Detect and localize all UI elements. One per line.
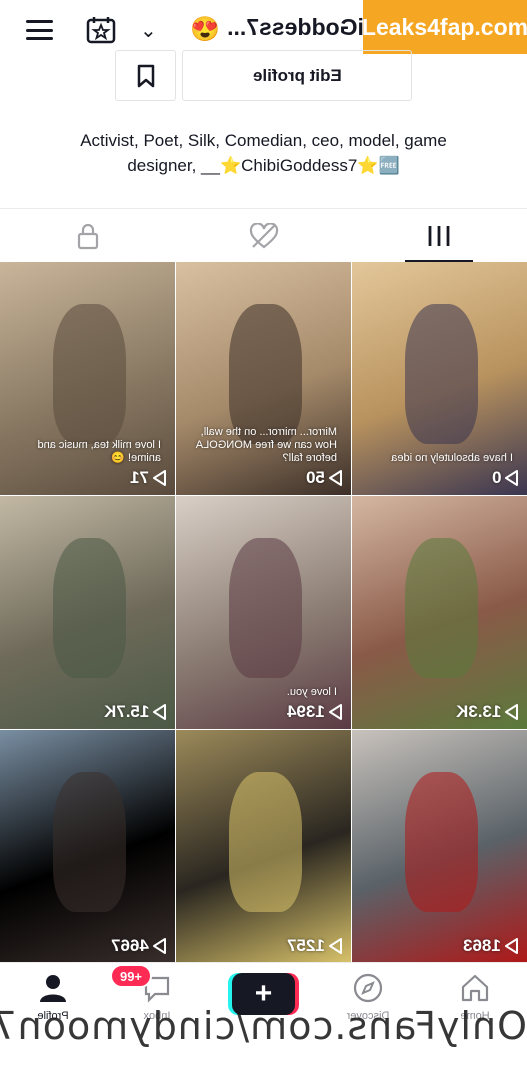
view-count: 1394	[287, 702, 343, 722]
tab-private[interactable]	[0, 209, 176, 262]
view-count-label: 1863	[463, 936, 501, 955]
view-count: 0	[492, 468, 519, 488]
video-caption: I love you.	[286, 686, 337, 698]
video-thumbnail	[52, 771, 126, 912]
view-count-label: 1257	[287, 936, 325, 955]
play-icon	[505, 704, 518, 720]
view-count-label: 15.7K	[103, 702, 149, 721]
menu-icon[interactable]	[26, 20, 53, 40]
video-thumbnail	[404, 303, 478, 444]
heart-eyes-emoji: 😍	[190, 16, 220, 43]
watermark-badge: Leaks4fap.com	[362, 0, 527, 54]
play-icon	[329, 470, 342, 486]
bookmark-icon	[137, 64, 154, 87]
video-thumbnail	[228, 303, 302, 444]
video-thumbnail	[228, 771, 302, 912]
video-tile[interactable]: I have absolutely no idea 0	[352, 262, 527, 495]
view-count: 71	[130, 468, 167, 488]
edit-profile-label: Edit profile	[252, 65, 342, 85]
profile-icon	[40, 975, 66, 1002]
view-count: 1257	[287, 936, 343, 956]
view-count: 13.3K	[456, 702, 519, 722]
view-count: 1863	[463, 936, 519, 956]
footer-watermark: OnlyFans.com/cindymoon7	[0, 1004, 527, 1048]
video-tile[interactable]: Mirror... mirror... on the wall, How can…	[176, 262, 351, 495]
chevron-down-icon[interactable]: ⌄	[140, 18, 157, 43]
video-thumbnail	[404, 771, 478, 912]
lock-icon	[77, 223, 98, 249]
home-icon	[461, 974, 489, 1002]
view-count: 4667	[111, 936, 167, 956]
video-caption: I have absolutely no idea	[391, 452, 513, 464]
play-icon	[505, 470, 518, 486]
video-grid: I love milk tea, music and anime! 😊 71 Mir…	[0, 262, 527, 963]
video-tile[interactable]: I love milk tea, music and anime! 😊 71	[0, 262, 175, 495]
video-thumbnail	[52, 537, 126, 678]
play-icon	[153, 704, 166, 720]
grid-icon	[428, 225, 450, 246]
bookmark-button[interactable]	[115, 50, 176, 101]
video-thumbnail	[228, 537, 302, 678]
video-tile[interactable]: 1863	[352, 730, 527, 963]
play-icon	[153, 938, 166, 954]
video-thumbnail	[52, 303, 126, 444]
profile-bio: Activist, Poet, Silk, Comedian, ceo, mod…	[0, 128, 527, 178]
view-count-label: 4667	[111, 936, 149, 955]
play-icon	[153, 470, 166, 486]
play-icon	[329, 704, 342, 720]
video-tile[interactable]: 15.7K	[0, 496, 175, 729]
bio-line-2: designer, __⭐ChibiGoddess7⭐🆓	[127, 156, 400, 175]
bio-line-1: Activist, Poet, Silk, Comedian, ceo, mod…	[80, 131, 447, 150]
video-thumbnail	[404, 537, 478, 678]
video-tile[interactable]: 13.3K	[352, 496, 527, 729]
video-tile[interactable]: 1257	[176, 730, 351, 963]
view-count-label: 0	[491, 468, 501, 487]
inbox-badge: 99+	[110, 964, 152, 988]
video-caption: I love milk tea, music and anime! 😊	[37, 439, 162, 464]
play-icon	[505, 938, 518, 954]
view-count-label: 1394	[287, 702, 325, 721]
calendar-star-icon[interactable]	[86, 16, 116, 44]
view-count-label: 71	[130, 468, 149, 487]
view-count: 50	[306, 468, 343, 488]
view-count: 15.7K	[104, 702, 167, 722]
edit-profile-button[interactable]: Edit profile	[182, 50, 412, 101]
compass-icon	[353, 973, 383, 1003]
tab-liked[interactable]	[176, 209, 352, 262]
view-count-label: 50	[306, 468, 325, 487]
view-count-label: 13.3K	[455, 702, 501, 721]
profile-tabs	[0, 208, 527, 262]
video-caption: Mirror... mirror... on the wall, How can…	[196, 426, 337, 464]
video-tile[interactable]: 4667	[0, 730, 175, 963]
tab-videos[interactable]	[351, 209, 527, 262]
heart-hidden-icon	[249, 222, 278, 248]
video-tile[interactable]: I love you. 1394	[176, 496, 351, 729]
play-icon	[329, 938, 342, 954]
